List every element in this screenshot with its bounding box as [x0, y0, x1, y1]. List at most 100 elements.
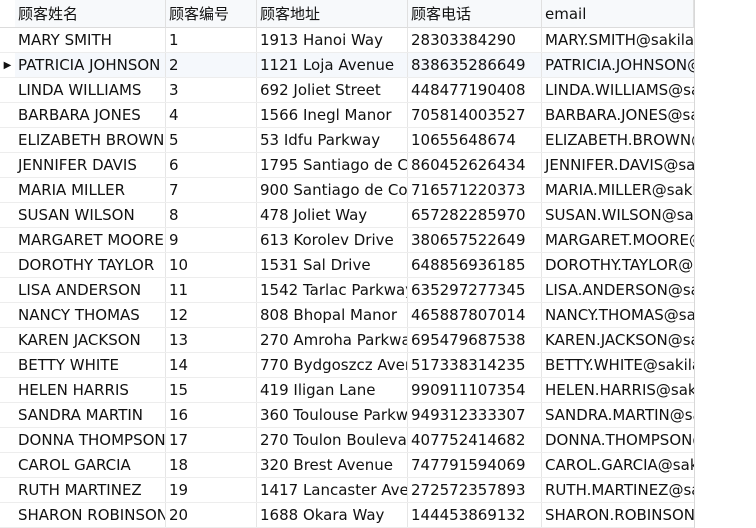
cell-customer-address[interactable]: 1121 Loja Avenue — [257, 53, 408, 77]
row-selector[interactable] — [0, 228, 15, 252]
cell-customer-phone[interactable]: 860452626434 — [408, 153, 542, 177]
cell-customer-phone[interactable]: 838635286649 — [408, 53, 542, 77]
cell-email[interactable]: SANDRA.MARTIN@sakilacustomer.org — [542, 403, 694, 427]
cell-email[interactable]: LINDA.WILLIAMS@sakilacustomer.org — [542, 78, 694, 102]
row-selector[interactable] — [0, 478, 15, 502]
table-row[interactable]: SHARON ROBINSON 20 1688 Okara Way 144453869… — [0, 503, 694, 528]
cell-email[interactable]: CAROL.GARCIA@sakilacustomer.org — [542, 453, 694, 477]
row-selector[interactable] — [0, 203, 15, 227]
cell-customer-address[interactable]: 1566 Inegl Manor — [257, 103, 408, 127]
cell-customer-id[interactable]: 6 — [166, 153, 257, 177]
row-selector[interactable] — [0, 378, 15, 402]
cell-customer-phone[interactable]: 448477190408 — [408, 78, 542, 102]
cell-email[interactable]: BARBARA.JONES@sakilacustomer.org — [542, 103, 694, 127]
cell-customer-phone[interactable]: 949312333307 — [408, 403, 542, 427]
table-row[interactable]: ELIZABETH BROWN 5 53 Idfu Parkway 106556486… — [0, 128, 694, 153]
cell-customer-address[interactable]: 53 Idfu Parkway — [257, 128, 408, 152]
column-header-customer-address[interactable]: 顾客地址 — [257, 0, 408, 28]
table-row[interactable]: BARBARA JONES 4 1566 Inegl Manor 7058140035… — [0, 103, 694, 128]
cell-email[interactable]: ELIZABETH.BROWN@sakilacustomer.org — [542, 128, 694, 152]
cell-email[interactable]: KAREN.JACKSON@sakilacustomer.org — [542, 328, 694, 352]
cell-customer-address[interactable]: 1795 Santiago de Compostela Way — [257, 153, 408, 177]
column-header-customer-id[interactable]: 顾客编号 — [166, 0, 257, 28]
table-row[interactable]: ▶ PATRICIA JOHNSON 2 1121 Loja Avenue 838635… — [0, 53, 694, 78]
cell-email[interactable]: PATRICIA.JOHNSON@sakilacustomer.org — [542, 53, 694, 77]
table-row[interactable]: BETTY WHITE14770 Bydgoszcz Avenue5173383… — [0, 353, 694, 378]
cell-customer-name[interactable]: MARIA MILLER — [15, 178, 166, 202]
cell-email[interactable]: RUTH.MARTINEZ@sakilacustomer.org — [542, 478, 694, 502]
column-header-email[interactable]: email — [542, 0, 694, 28]
cell-customer-id[interactable]: 13 — [166, 328, 257, 352]
cell-customer-name[interactable]: DOROTHY TAYLOR — [15, 253, 166, 277]
row-selector[interactable] — [0, 453, 15, 477]
row-selector[interactable] — [0, 103, 15, 127]
cell-customer-phone[interactable]: 465887807014 — [408, 303, 542, 327]
cell-customer-address[interactable]: 419 Iligan Lane — [257, 378, 408, 402]
row-selector[interactable] — [0, 78, 15, 102]
cell-customer-name[interactable]: MARGARET MOORE — [15, 228, 166, 252]
cell-customer-id[interactable]: 9 — [166, 228, 257, 252]
cell-customer-id[interactable]: 11 — [166, 278, 257, 302]
row-selector[interactable] — [0, 328, 15, 352]
cell-customer-id[interactable]: 8 — [166, 203, 257, 227]
cell-customer-address[interactable]: 692 Joliet Street — [257, 78, 408, 102]
cell-customer-phone[interactable]: 705814003527 — [408, 103, 542, 127]
table-row[interactable]: MARY SMITH 1 1913 Hanoi Way 28303384290 MARY… — [0, 28, 694, 53]
cell-email[interactable]: JENNIFER.DAVIS@sakilacustomer.org — [542, 153, 694, 177]
cell-customer-id[interactable]: 3 — [166, 78, 257, 102]
cell-email[interactable]: SUSAN.WILSON@sakilacustomer.org — [542, 203, 694, 227]
cell-customer-name[interactable]: ELIZABETH BROWN — [15, 128, 166, 152]
cell-customer-phone[interactable]: 747791594069 — [408, 453, 542, 477]
cell-customer-id[interactable]: 7 — [166, 178, 257, 202]
cell-email[interactable]: NANCY.THOMAS@sakilacustomer.org — [542, 303, 694, 327]
cell-customer-phone[interactable]: 28303384290 — [408, 28, 542, 52]
cell-customer-address[interactable]: 1542 Tarlac Parkway — [257, 278, 408, 302]
table-row[interactable]: LISA ANDERSON 11 1542 Tarlac Parkway 635297… — [0, 278, 694, 303]
cell-customer-name[interactable]: KAREN JACKSON — [15, 328, 166, 352]
cell-customer-address[interactable]: 1688 Okara Way — [257, 503, 408, 527]
cell-customer-phone[interactable]: 407752414682 — [408, 428, 542, 452]
cell-customer-phone[interactable]: 144453869132 — [408, 503, 542, 527]
cell-email[interactable]: MARIA.MILLER@sakilacustomer.org — [542, 178, 694, 202]
table-row[interactable]: DOROTHY TAYLOR 10 1531 Sal Drive 6488569361… — [0, 253, 694, 278]
cell-customer-phone[interactable]: 635297277345 — [408, 278, 542, 302]
cell-customer-address[interactable]: 770 Bydgoszcz Avenue — [257, 353, 408, 377]
row-selector[interactable] — [0, 353, 15, 377]
table-row[interactable]: CAROL GARCIA 18 320 Brest Avenue 7477915940… — [0, 453, 694, 478]
cell-customer-id[interactable]: 1 — [166, 28, 257, 52]
table-row[interactable]: HELEN HARRIS 15 419 Iligan Lane 99091110735… — [0, 378, 694, 403]
cell-customer-phone[interactable]: 380657522649 — [408, 228, 542, 252]
cell-customer-name[interactable]: MARY SMITH — [15, 28, 166, 52]
cell-customer-phone[interactable]: 657282285970 — [408, 203, 542, 227]
cell-customer-address[interactable]: 1417 Lancaster Avenue — [257, 478, 408, 502]
cell-customer-phone[interactable]: 716571220373 — [408, 178, 542, 202]
cell-customer-id[interactable]: 20 — [166, 503, 257, 527]
cell-customer-name[interactable]: JENNIFER DAVIS — [15, 153, 166, 177]
table-row[interactable]: MARGARET MOORE 9 613 Korolev Drive 38065752… — [0, 228, 694, 253]
cell-customer-name[interactable]: LINDA WILLIAMS — [15, 78, 166, 102]
cell-customer-name[interactable]: RUTH MARTINEZ — [15, 478, 166, 502]
row-selector[interactable] — [0, 503, 15, 527]
cell-email[interactable]: SHARON.ROBINSON@sakilacustomer.org — [542, 503, 694, 527]
cell-customer-name[interactable]: SUSAN WILSON — [15, 203, 166, 227]
row-selector[interactable] — [0, 253, 15, 277]
cell-customer-id[interactable]: 17 — [166, 428, 257, 452]
column-header-customer-name[interactable]: 顾客姓名 — [15, 0, 166, 28]
row-selector[interactable] — [0, 403, 15, 427]
row-selector[interactable] — [0, 278, 15, 302]
table-row[interactable]: JENNIFER DAVIS61795 Santiago de Composte… — [0, 153, 694, 178]
cell-customer-id[interactable]: 19 — [166, 478, 257, 502]
cell-customer-name[interactable]: SHARON ROBINSON — [15, 503, 166, 527]
row-selector[interactable] — [0, 303, 15, 327]
cell-customer-name[interactable]: LISA ANDERSON — [15, 278, 166, 302]
cell-email[interactable]: BETTY.WHITE@sakilacustomer.org — [542, 353, 694, 377]
cell-customer-address[interactable]: 478 Joliet Way — [257, 203, 408, 227]
cell-customer-phone[interactable]: 648856936185 — [408, 253, 542, 277]
cell-customer-address[interactable]: 900 Santiago de Compostela Parkway — [257, 178, 408, 202]
cell-customer-phone[interactable]: 695479687538 — [408, 328, 542, 352]
cell-customer-id[interactable]: 10 — [166, 253, 257, 277]
table-row[interactable]: MARIA MILLER7900 Santiago de Compostela … — [0, 178, 694, 203]
cell-customer-name[interactable]: BARBARA JONES — [15, 103, 166, 127]
cell-customer-phone[interactable]: 272572357893 — [408, 478, 542, 502]
cell-customer-phone[interactable]: 990911107354 — [408, 378, 542, 402]
